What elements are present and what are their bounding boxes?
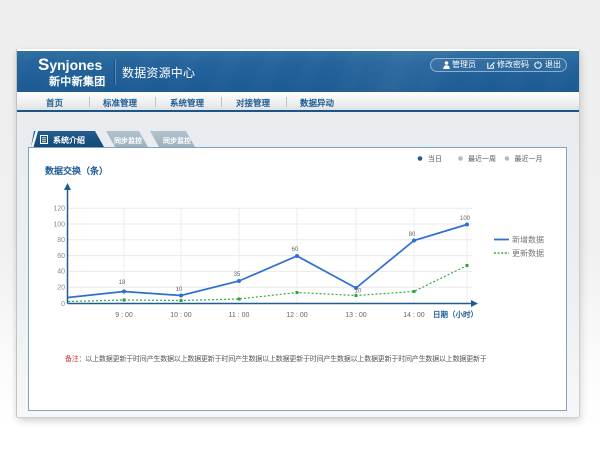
svg-text:20: 20 — [57, 285, 65, 292]
svg-text:更新数据: 更新数据 — [512, 248, 544, 258]
svg-text:0: 0 — [61, 301, 65, 308]
svg-text:当日: 当日 — [428, 154, 442, 163]
svg-text:10 : 00: 10 : 00 — [170, 312, 192, 319]
svg-text:100: 100 — [460, 216, 471, 222]
svg-text:9 : 00: 9 : 00 — [115, 312, 133, 319]
svg-text:40: 40 — [57, 269, 65, 276]
svg-text:11 : 00: 11 : 00 — [229, 312, 250, 319]
svg-text:最近一周: 最近一周 — [468, 154, 496, 163]
svg-text:最近一月: 最近一月 — [515, 154, 543, 163]
svg-text:新增数据: 新增数据 — [512, 235, 544, 245]
svg-text:120: 120 — [53, 206, 65, 213]
svg-text:60: 60 — [57, 253, 65, 260]
svg-text:80: 80 — [57, 237, 65, 244]
svg-text:35: 35 — [234, 272, 241, 278]
svg-text:100: 100 — [53, 221, 65, 228]
svg-text:日期（小时）: 日期（小时） — [433, 309, 478, 319]
svg-text:10: 10 — [176, 287, 183, 293]
svg-text:10: 10 — [355, 289, 362, 295]
svg-text:数据交换（条）: 数据交换（条） — [45, 165, 108, 176]
svg-text:13 : 00: 13 : 00 — [345, 312, 367, 319]
svg-text:80: 80 — [409, 232, 416, 238]
svg-text:14 : 00: 14 : 00 — [403, 312, 425, 319]
svg-text:18: 18 — [119, 280, 126, 286]
svg-text:12 : 00: 12 : 00 — [286, 312, 308, 319]
svg-text:60: 60 — [292, 247, 299, 253]
